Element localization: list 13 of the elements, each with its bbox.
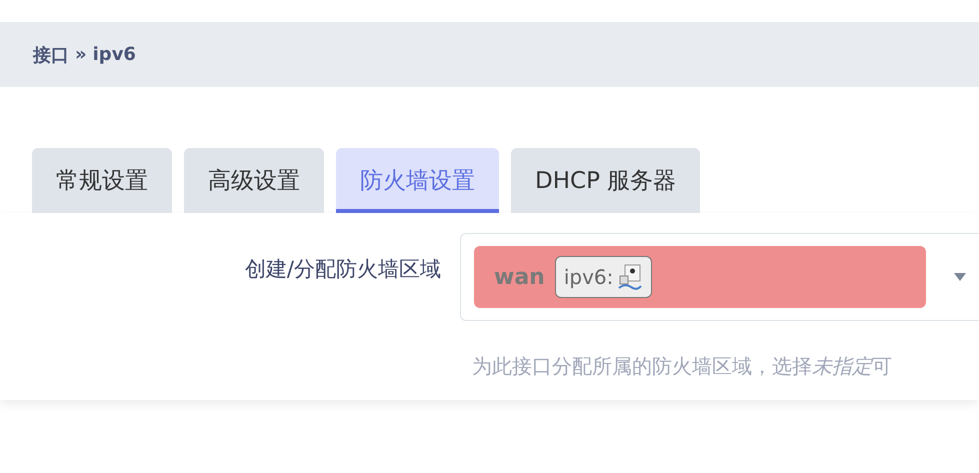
network-icon	[617, 263, 644, 291]
field-label: 创建/分配防火墙区域	[244, 256, 441, 283]
tab[interactable]: 常规设置	[32, 148, 172, 213]
breadcrumb-link[interactable]: 接口	[33, 42, 69, 66]
caret-icon	[954, 272, 966, 282]
field-hint: 为此接口分配所属的防火墙区域，选择未指定可	[471, 353, 893, 380]
zone-name: wan	[494, 264, 545, 290]
tab[interactable]: DHCP 服务器	[511, 148, 700, 213]
network-tag: ipv6:	[554, 256, 652, 298]
tab[interactable]: 高级设置	[184, 148, 324, 213]
breadcrumb-separator: »	[75, 44, 87, 65]
zone-select[interactable]: wan ipv6:	[460, 233, 979, 321]
breadcrumb-current: ipv6	[92, 44, 136, 65]
